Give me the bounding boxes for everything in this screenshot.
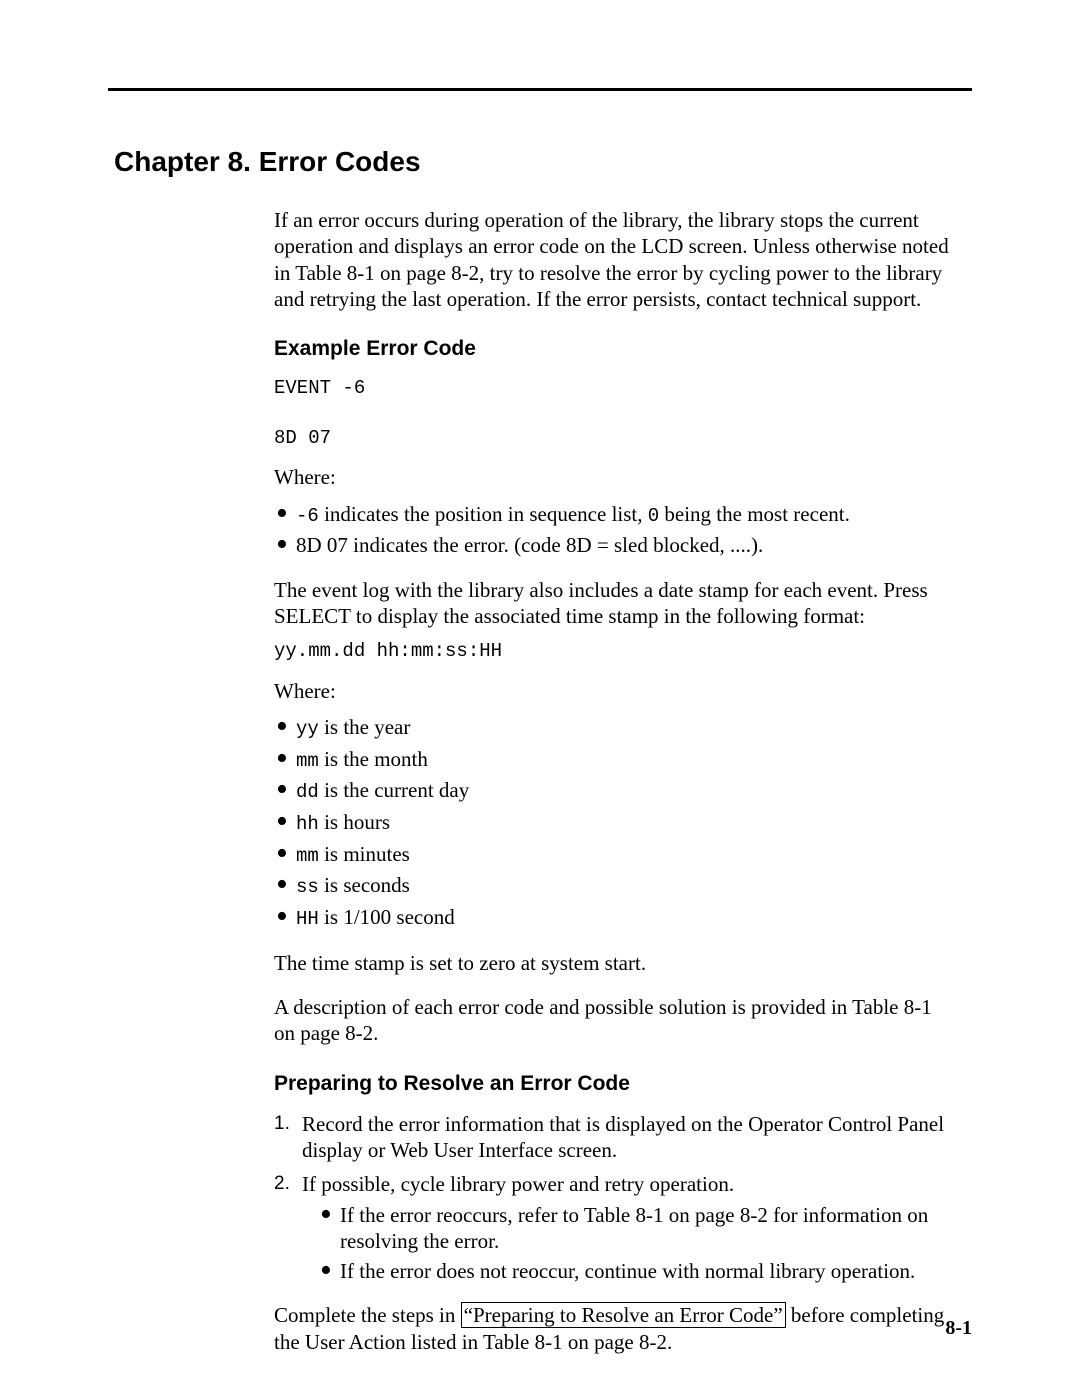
step-2-sub-bullets: If the error reoccurs, refer to Table 8-… [318, 1202, 952, 1285]
where-bullets-2: yy is the year mm is the month dd is the… [274, 714, 952, 932]
ts-text-yy: is the year [319, 715, 411, 739]
top-rule [108, 88, 972, 91]
ts-bullet-yy: yy is the year [274, 714, 952, 742]
ts-bullet-dd: dd is the current day [274, 777, 952, 805]
ts-code-dd: dd [296, 781, 319, 803]
where-label-2: Where: [274, 678, 952, 704]
bullet-1-text: indicates the position in sequence list, [319, 502, 648, 526]
intro-paragraph: If an error occurs during operation of t… [274, 207, 952, 312]
code-line-2: 8D 07 [274, 427, 331, 449]
ts-text-dd: is the current day [319, 778, 469, 802]
bullet-1-code2: 0 [648, 505, 659, 527]
chapter-title: Chapter 8. Error Codes [114, 88, 972, 179]
body-column: If an error occurs during operation of t… [274, 207, 952, 1355]
bullet-1: -6 indicates the position in sequence li… [274, 501, 952, 529]
ts-code-ss: ss [296, 876, 319, 898]
where-bullets-1: -6 indicates the position in sequence li… [274, 501, 952, 559]
ts-bullet-mm: mm is the month [274, 746, 952, 774]
ts-bullet-ss: ss is seconds [274, 872, 952, 900]
event-log-paragraph: The event log with the library also incl… [274, 577, 952, 630]
ts-code-HH: HH [296, 908, 319, 930]
section-heading-preparing: Preparing to Resolve an Error Code [274, 1071, 952, 1097]
description-paragraph: A description of each error code and pos… [274, 994, 952, 1047]
ts-bullet-min: mm is minutes [274, 841, 952, 869]
timestamp-format-code: yy.mm.dd hh:mm:ss:HH [274, 639, 952, 664]
step-1: Record the error information that is dis… [274, 1111, 952, 1164]
ts-bullet-hh: hh is hours [274, 809, 952, 837]
bullet-1-tail: being the most recent. [659, 502, 850, 526]
ts-code-min: mm [296, 845, 319, 867]
code-line-1: EVENT -6 [274, 377, 365, 399]
where-label-1: Where: [274, 464, 952, 490]
ts-code-hh: hh [296, 813, 319, 835]
preparing-cross-ref-link[interactable]: “Preparing to Resolve an Error Code” [461, 1302, 786, 1328]
ts-code-mm: mm [296, 750, 319, 772]
step-2-text: If possible, cycle library power and ret… [302, 1172, 734, 1196]
page: Chapter 8. Error Codes If an error occur… [0, 0, 1080, 1397]
section-heading-example: Example Error Code [274, 336, 952, 362]
ts-text-ss: is seconds [319, 873, 410, 897]
preparing-steps: Record the error information that is dis… [274, 1111, 952, 1285]
step-2: If possible, cycle library power and ret… [274, 1171, 952, 1284]
ts-text-hh: is hours [319, 810, 390, 834]
ts-bullet-HH: HH is 1/100 second [274, 904, 952, 932]
page-number: 8-1 [945, 1316, 972, 1341]
ts-text-min: is minutes [319, 842, 410, 866]
bullet-2: 8D 07 indicates the error. (code 8D = sl… [274, 532, 952, 558]
closing-before: Complete the steps in [274, 1303, 461, 1327]
closing-paragraph: Complete the steps in “Preparing to Reso… [274, 1302, 952, 1355]
example-code-block: EVENT -6 8D 07 [274, 376, 952, 450]
timestamp-reset-paragraph: The time stamp is set to zero at system … [274, 950, 952, 976]
ts-code-yy: yy [296, 718, 319, 740]
ts-text-mm: is the month [319, 747, 428, 771]
ts-text-HH: is 1/100 second [319, 905, 455, 929]
step-2-sub-1: If the error reoccurs, refer to Table 8-… [318, 1202, 952, 1255]
bullet-1-code: -6 [296, 505, 319, 527]
step-2-sub-2: If the error does not reoccur, continue … [318, 1258, 952, 1284]
